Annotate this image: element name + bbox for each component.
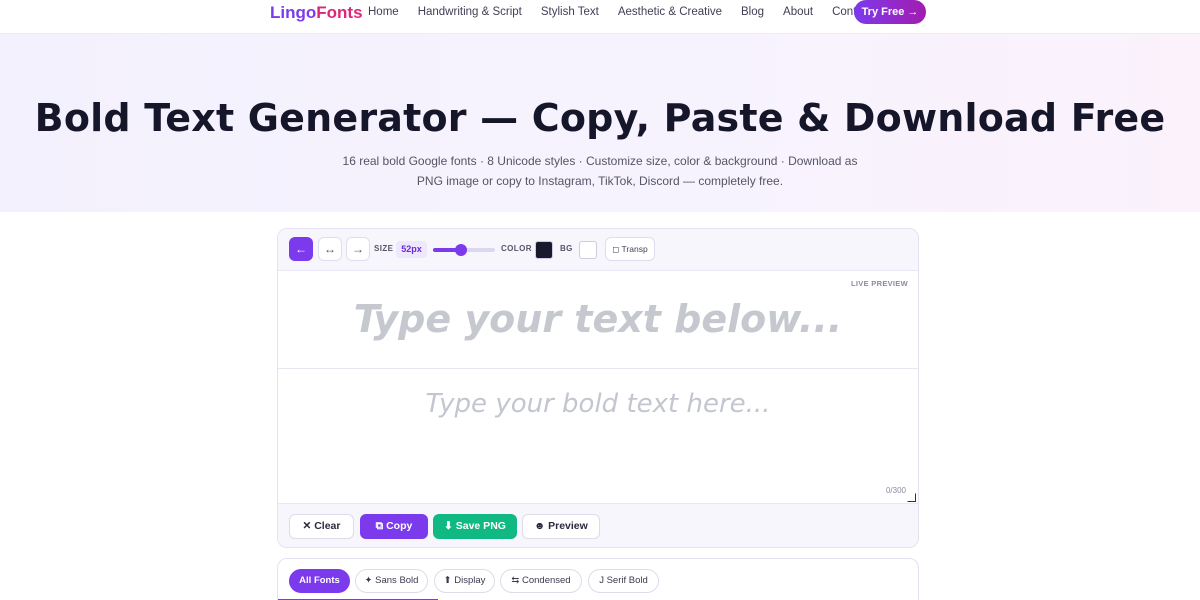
tab-serif-bold[interactable]: J Serif Bold: [588, 569, 659, 593]
nav-link-about[interactable]: About: [783, 0, 813, 24]
logo[interactable]: LingoFonts: [270, 3, 363, 23]
size-value: 52px: [396, 241, 427, 258]
preview-button[interactable]: ☻ Preview: [522, 514, 600, 539]
nav-links: Home Handwriting & Script Stylish Text A…: [368, 0, 891, 24]
transparent-toggle-button[interactable]: ◻ Transp: [605, 237, 655, 261]
align-right-button[interactable]: →: [346, 237, 370, 261]
nav-link-stylish-text[interactable]: Stylish Text: [541, 0, 599, 24]
font-category-tabs: All Fonts ✦ Sans Bold ⬆ Display ⇆ Conden…: [277, 558, 919, 600]
save-png-button[interactable]: ⬇ Save PNG: [433, 514, 517, 539]
preview-text: Type your text below...: [353, 297, 843, 341]
bg-label: BG: [560, 244, 573, 253]
nav-link-blog[interactable]: Blog: [741, 0, 764, 24]
tab-sans-bold[interactable]: ✦ Sans Bold: [355, 569, 428, 593]
copy-button[interactable]: ⧉ Copy: [360, 514, 428, 539]
hero-subtitle: 16 real bold Google fonts · 8 Unicode st…: [342, 154, 858, 188]
char-counter: 0/300: [885, 486, 906, 495]
bold-text-input[interactable]: [278, 369, 918, 503]
align-left-button[interactable]: ←: [289, 237, 313, 261]
text-input-area: 0/300: [278, 369, 918, 503]
hero-section: Bold Text Generator — Copy, Paste & Down…: [0, 34, 1200, 212]
live-preview-panel: LIVE PREVIEW Type your text below...: [278, 271, 918, 369]
size-slider[interactable]: [433, 244, 495, 256]
nav-link-aesthetic[interactable]: Aesthetic & Creative: [618, 0, 722, 24]
editor-card: ← ↔ → SIZE 52px COLOR BG ◻ Transp LIVE P…: [277, 228, 919, 548]
top-nav: LingoFonts Home Handwriting & Script Sty…: [0, 0, 1200, 34]
align-center-button[interactable]: ↔: [318, 237, 342, 261]
logo-main: Lingo: [270, 3, 317, 22]
logo-accent: Fonts: [316, 3, 363, 22]
try-free-button[interactable]: Try Free →: [854, 0, 926, 24]
tab-display[interactable]: ⬆ Display: [434, 569, 495, 593]
tab-condensed[interactable]: ⇆ Condensed: [500, 569, 582, 593]
color-label: COLOR: [501, 244, 532, 253]
nav-link-handwriting[interactable]: Handwriting & Script: [418, 0, 522, 24]
bg-color-swatch[interactable]: [579, 241, 597, 259]
nav-link-home[interactable]: Home: [368, 0, 399, 24]
tab-all-fonts[interactable]: All Fonts: [289, 569, 350, 593]
action-bar: ✕ Clear ⧉ Copy ⬇ Save PNG ☻ Preview: [278, 503, 918, 547]
text-color-swatch[interactable]: [535, 241, 553, 259]
page-title: Bold Text Generator — Copy, Paste & Down…: [34, 96, 1166, 140]
size-label: SIZE: [374, 244, 394, 253]
live-preview-badge: LIVE PREVIEW: [851, 279, 908, 288]
clear-button[interactable]: ✕ Clear: [289, 514, 354, 539]
editor-toolbar: ← ↔ → SIZE 52px COLOR BG ◻ Transp: [278, 229, 918, 271]
size-slider-thumb[interactable]: [454, 244, 467, 256]
